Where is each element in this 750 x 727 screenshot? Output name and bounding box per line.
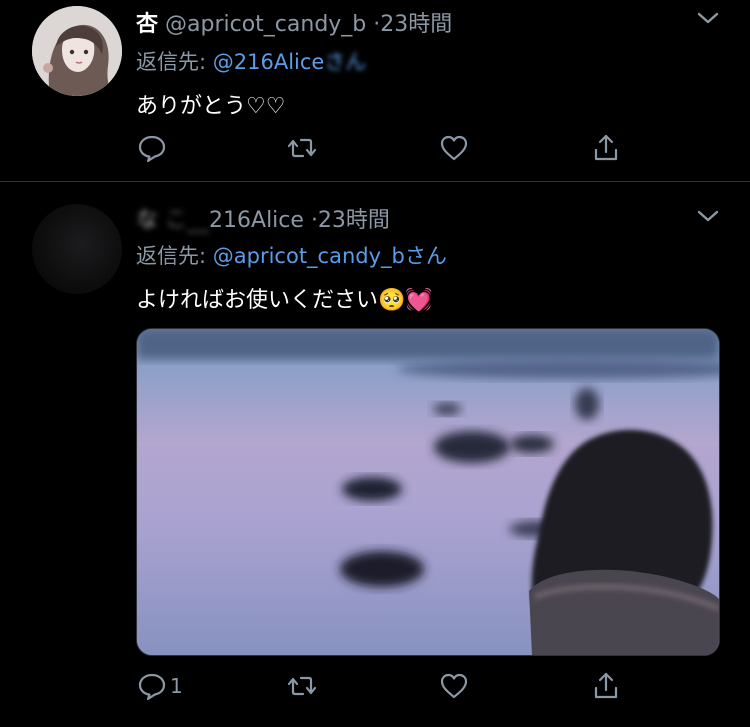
- share-button[interactable]: [590, 130, 622, 166]
- emoji: 🥺💓: [378, 288, 433, 313]
- handle[interactable]: 216Alice: [209, 208, 304, 233]
- blurred-name-part: こ__: [165, 208, 210, 233]
- tweet-media[interactable]: [136, 328, 720, 656]
- reply-context: 返信先: @216Aliceさん: [136, 46, 366, 76]
- chevron-down-icon[interactable]: [696, 8, 720, 28]
- avatar[interactable]: [32, 204, 122, 294]
- reply-button[interactable]: 1: [136, 668, 183, 704]
- retweet-button[interactable]: [286, 130, 318, 166]
- tweet-actions: 1: [136, 668, 636, 704]
- reply-icon: [138, 135, 166, 163]
- reply-suffix: さん: [324, 50, 367, 74]
- reply-prefix: 返信先:: [136, 50, 213, 74]
- display-name[interactable]: 杏: [136, 12, 158, 37]
- tweet-actions: [136, 130, 636, 166]
- tweet-text: ありがとう♡♡: [136, 94, 286, 119]
- tweet[interactable]: な こ__216Alice ·23時間 返信先: @apricot_candy_…: [0, 182, 750, 727]
- reply-mention[interactable]: @216Alice: [213, 50, 325, 74]
- tweet[interactable]: 杏 @apricot_candy_b ·23時間 返信先: @216Aliceさ…: [0, 0, 750, 181]
- like-button[interactable]: [438, 668, 470, 704]
- timestamp[interactable]: ·23時間: [311, 208, 390, 233]
- timestamp[interactable]: ·23時間: [373, 12, 452, 37]
- retweet-icon: [287, 138, 317, 158]
- reply-button[interactable]: [136, 130, 170, 166]
- reply-icon: [138, 673, 166, 701]
- tweet-header: 杏 @apricot_candy_b ·23時間: [136, 6, 452, 38]
- tweet-text-content: よければお使いください: [136, 288, 379, 313]
- reply-mention[interactable]: @apricot_candy_bさん: [213, 244, 447, 268]
- retweet-button[interactable]: [286, 668, 318, 704]
- like-icon: [440, 673, 468, 699]
- tweet-header: な こ__216Alice ·23時間: [136, 202, 390, 234]
- retweet-icon: [287, 676, 317, 696]
- handle[interactable]: @apricot_candy_b: [165, 12, 366, 37]
- media-photo: [137, 329, 719, 655]
- reply-count: 1: [170, 674, 183, 698]
- share-button[interactable]: [590, 668, 622, 704]
- chevron-down-icon[interactable]: [696, 206, 720, 226]
- reply-context: 返信先: @apricot_candy_bさん: [136, 240, 447, 270]
- share-icon: [594, 672, 618, 699]
- avatar[interactable]: [32, 6, 122, 96]
- display-name[interactable]: な: [136, 208, 158, 233]
- like-icon: [440, 135, 468, 161]
- avatar-illustration: [32, 6, 122, 96]
- reply-prefix: 返信先:: [136, 244, 213, 268]
- share-icon: [594, 134, 618, 161]
- tweet-text: よければお使いください🥺💓: [136, 282, 433, 314]
- like-button[interactable]: [438, 130, 470, 166]
